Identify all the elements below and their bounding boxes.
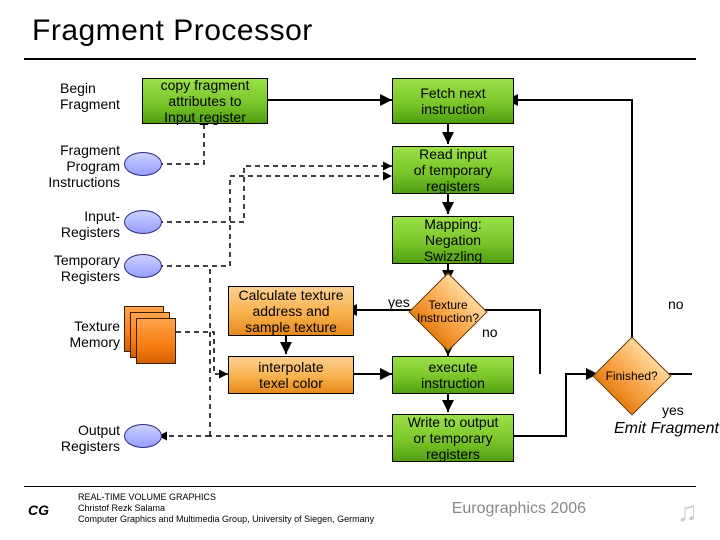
box-map: Mapping: Negation Swizzling [392,216,514,264]
label-outreg: Output Registers [52,422,120,454]
footer-rule [24,486,696,487]
edge-no-fin: no [668,296,684,312]
page-title: Fragment Processor [32,14,313,48]
diamond-texq: Texture Instruction? [408,272,487,351]
box-calc: Calculate texture address and sample tex… [228,286,354,336]
eurographics: Eurographics 2006 [452,500,586,518]
emit-label: Emit Fragment [614,420,719,438]
ellipse-inreg [124,210,162,234]
box-fetch: Fetch next instruction [392,78,514,124]
edge-no-tex: no [482,324,498,340]
edge-yes-fin: yes [662,402,684,418]
music-note-icon: ♫ [677,496,698,528]
ellipse-tmpreg [124,254,162,278]
edge-yes-tex: yes [388,294,410,310]
box-interp: interpolate texel color [228,356,354,394]
title-rule [24,58,696,60]
box-write: Write to output or temporary registers [392,414,514,462]
diamond-finished: Finished? [592,336,671,415]
label-inreg: Input- Registers [42,208,120,240]
ellipse-outreg [124,424,162,448]
cg-logo: CG [28,502,49,518]
label-begin: Begin Fragment [60,80,120,112]
box-exec: execute instruction [392,356,514,394]
label-tmpreg: Temporary Registers [40,252,120,284]
footer-text: REAL-TIME VOLUME GRAPHICSChristof Rezk S… [78,492,374,525]
ellipse-fpi [124,152,162,176]
box-copy: copy fragment attributes to Input regist… [142,78,268,124]
slide: Fragment Processor Begin Fragment Fragme… [0,0,720,540]
box-read: Read input of temporary registers [392,146,514,194]
label-texmem: Texture Memory [52,318,120,350]
label-fpi: Fragment Program Instructions [34,142,120,190]
